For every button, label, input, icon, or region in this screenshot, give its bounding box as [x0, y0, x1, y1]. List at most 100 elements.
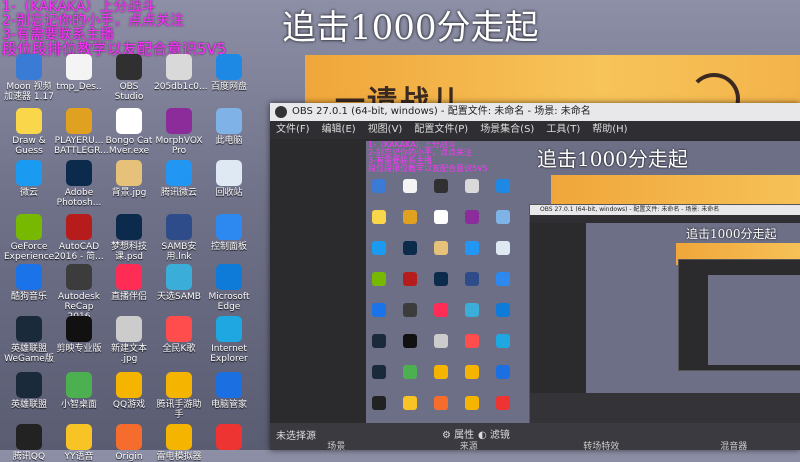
preview-app-icon	[403, 179, 417, 193]
preview-app-icon	[403, 365, 417, 379]
desktop-icon-label: 电脑管家	[204, 400, 254, 410]
desktop-icon-label: Moon 视频 加速器 1.17	[4, 82, 54, 102]
menu-profile[interactable]: 配置文件(P)	[408, 121, 474, 139]
app-icon	[166, 108, 192, 134]
preview-app-icon	[372, 241, 386, 255]
nested-obs-titlebar: OBS 27.0.1 (64-bit, windows) - 配置文件: 未命名…	[530, 205, 800, 215]
desktop-icon[interactable]: 剪映专业版	[54, 316, 104, 354]
dock-scenes[interactable]: 场景	[270, 439, 403, 450]
app-icon	[166, 54, 192, 80]
app-icon	[16, 54, 42, 80]
desktop-icon[interactable]: Internet Explorer	[204, 316, 254, 364]
preview-app-icon	[372, 365, 386, 379]
menu-tools[interactable]: 工具(T)	[540, 121, 586, 139]
obs-titlebar[interactable]: OBS 27.0.1 (64-bit, windows) - 配置文件: 未命名…	[270, 103, 800, 121]
app-icon	[66, 264, 92, 290]
desktop-icon[interactable]: 英雄联盟	[4, 372, 54, 410]
preview-app-icon	[372, 303, 386, 317]
obs-preview[interactable]: 追击1000分走起 1-（KAKAKA）上分战斗 2-别忘记你的小手，点点关注 …	[366, 141, 800, 423]
app-icon	[116, 316, 142, 342]
desktop-icon[interactable]: PLAYERU... BATTLEGR...	[54, 108, 104, 156]
desktop-icon[interactable]: 天选SAMB	[154, 264, 204, 302]
preview-app-icon	[372, 210, 386, 224]
desktop-icon[interactable]: Autodesk ReCap 2016	[54, 264, 104, 322]
preview-app-icon	[496, 396, 510, 410]
desktop-icon-label: 背景.jpg	[104, 188, 154, 198]
nested-obs-window: OBS 27.0.1 (64-bit, windows) - 配置文件: 未命名…	[529, 204, 800, 423]
desktop-icon[interactable]: 微云	[4, 160, 54, 198]
desktop-icon[interactable]: Microsoft Edge	[204, 264, 254, 312]
desktop-icon[interactable]: SAMB安 用.lnk	[154, 214, 204, 262]
desktop-icon[interactable]: 腾讯微云	[154, 160, 204, 198]
desktop-icon[interactable]: 205db1c0...	[154, 54, 204, 92]
desktop-icon[interactable]: 酷狗音乐	[4, 264, 54, 302]
app-icon	[66, 372, 92, 398]
stream-announcement: 1-（KAKAKA）上分战斗 2-别忘记你的小手，点点关注 3-有需要联系主播 …	[2, 0, 302, 56]
desktop-icon[interactable]: 回收站	[204, 160, 254, 198]
obs-window[interactable]: OBS 27.0.1 (64-bit, windows) - 配置文件: 未命名…	[270, 103, 800, 450]
desktop-icon[interactable]: 此电脑	[204, 108, 254, 146]
desktop-icon-label: Internet Explorer	[204, 344, 254, 364]
desktop-icon[interactable]: 腾讯QQ	[4, 424, 54, 462]
desktop-icon[interactable]: 电脑管家	[204, 372, 254, 410]
app-icon	[166, 372, 192, 398]
desktop-icon[interactable]: 背景.jpg	[104, 160, 154, 198]
obs-menubar: 文件(F) 编辑(E) 视图(V) 配置文件(P) 场景集合(S) 工具(T) …	[270, 121, 800, 139]
desktop-icon-label: 此电脑	[204, 136, 254, 146]
preview-app-icon	[465, 210, 479, 224]
desktop-icon-label: 剪映专业版	[54, 344, 104, 354]
desktop-icon[interactable]: OBS Studio	[104, 54, 154, 102]
preview-app-icon	[496, 365, 510, 379]
desktop-icon[interactable]: 英雄联盟 WeGame版	[4, 316, 54, 364]
desktop-icon[interactable]: 全民K歌	[154, 316, 204, 354]
menu-scene-collection[interactable]: 场景集合(S)	[474, 121, 540, 139]
preview-app-icon	[465, 272, 479, 286]
desktop-icon-label: 百度网盘	[204, 82, 254, 92]
desktop-icon[interactable]: tmp_Des..	[54, 54, 104, 92]
desktop-icon[interactable]: 新建文本 .jpg	[104, 316, 154, 364]
preview-app-icon	[496, 303, 510, 317]
desktop-icon[interactable]: Moon 视频 加速器 1.17	[4, 54, 54, 102]
dock-transitions[interactable]: 转场特效	[535, 439, 668, 450]
desktop-icon-label: GeForce Experience	[4, 242, 54, 262]
desktop-icon[interactable]: YY语音	[54, 424, 104, 462]
desktop-icon-label: 控制面板	[204, 242, 254, 252]
desktop-icon[interactable]: QQ游戏	[104, 372, 154, 410]
app-icon	[216, 264, 242, 290]
preview-app-icon	[434, 179, 448, 193]
preview-app-icon	[372, 272, 386, 286]
desktop-icon[interactable]: 梦想科技 课.psd	[104, 214, 154, 262]
desktop-icon[interactable]: 腾讯手游助手	[154, 372, 204, 420]
desktop-icon-label: 微云	[4, 188, 54, 198]
menu-edit[interactable]: 编辑(E)	[316, 121, 362, 139]
preview-app-icon	[434, 210, 448, 224]
desktop-icon[interactable]: GeForce Experience	[4, 214, 54, 262]
desktop-icon[interactable]: AutoCAD 2016 - 简...	[54, 214, 104, 262]
desktop-icon[interactable]	[204, 424, 254, 452]
dock-sources[interactable]: 来源	[403, 439, 536, 450]
desktop-icon[interactable]: 控制面板	[204, 214, 254, 252]
desktop-icon[interactable]: Origin	[104, 424, 154, 462]
desktop-icon[interactable]: MorphVOX Pro	[154, 108, 204, 156]
desktop-icon-label: 205db1c0...	[154, 82, 204, 92]
preview-app-icon	[434, 365, 448, 379]
desktop-icon[interactable]: 雷电模拟器	[154, 424, 204, 462]
menu-help[interactable]: 帮助(H)	[586, 121, 633, 139]
menu-view[interactable]: 视图(V)	[362, 121, 409, 139]
desktop-icon[interactable]: Adobe Photosh...	[54, 160, 104, 208]
desktop-icon-label: Adobe Photosh...	[54, 188, 104, 208]
obs-logo-icon	[275, 106, 287, 118]
app-icon	[66, 54, 92, 80]
desktop-icon-label: 英雄联盟	[4, 400, 54, 410]
desktop-icon[interactable]: Draw & Guess	[4, 108, 54, 156]
preview-app-icon	[465, 396, 479, 410]
menu-file[interactable]: 文件(F)	[270, 121, 316, 139]
obs-bottom-bar: 未选择源 ⚙ 属性 ◐ 滤镜 场景 来源 转场特效 混音器	[270, 423, 800, 450]
desktop-icon[interactable]: 百度网盘	[204, 54, 254, 92]
desktop-icon[interactable]: 直播伴侣	[104, 264, 154, 302]
desktop-icon-label: 直播伴侣	[104, 292, 154, 302]
desktop-icon-label: 英雄联盟 WeGame版	[4, 344, 54, 364]
dock-mixer[interactable]: 混音器	[668, 439, 800, 450]
desktop-icon[interactable]: 小智桌面	[54, 372, 104, 410]
desktop-icon[interactable]: Bongo Cat Mver.exe	[104, 108, 154, 156]
